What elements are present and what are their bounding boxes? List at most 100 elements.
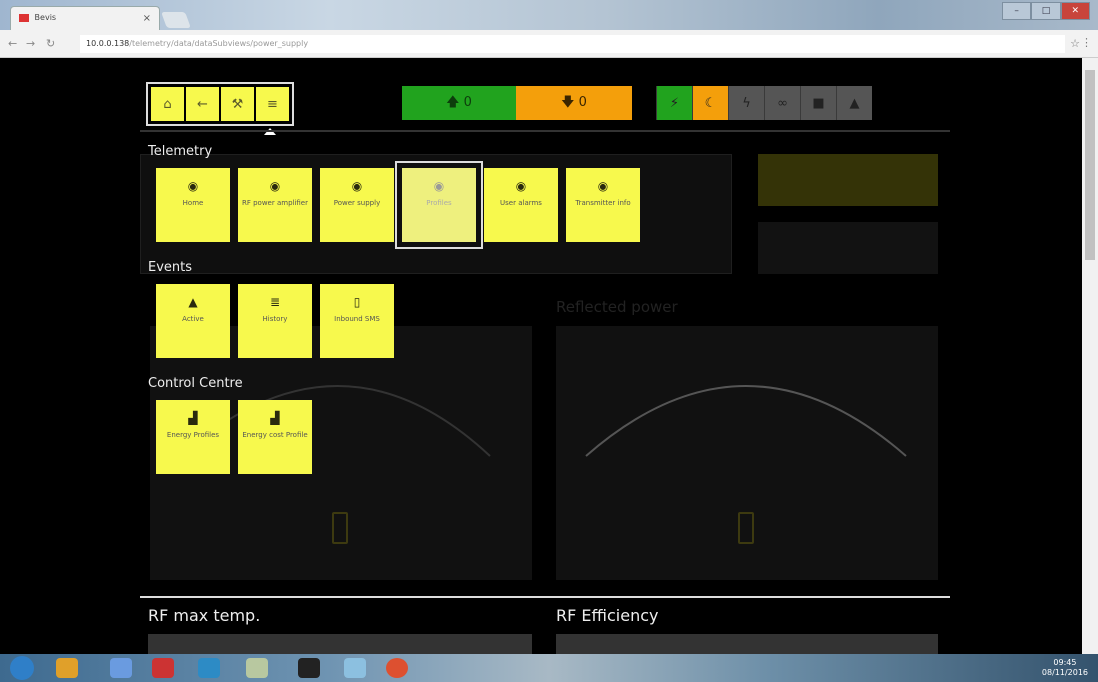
reflected-power-label: Reflected power — [556, 298, 678, 316]
browser-menu-icon[interactable]: ⋮ — [1081, 36, 1092, 49]
tile-label: Energy Profiles — [166, 431, 220, 439]
plug-icon[interactable]: ⚡ — [656, 86, 692, 120]
back-icon[interactable]: ← — [8, 37, 17, 50]
url-path: /telemetry/data/dataSubviews/power_suppl… — [129, 39, 309, 48]
status-icon-strip: ⚡ ☾ ϟ ∞ ■ ▲ — [656, 86, 872, 120]
gauge-icon: ◉ — [187, 179, 199, 193]
phone-icon: ▯ — [353, 295, 361, 309]
tile-rf-power-amplifier[interactable]: ◉ RF power amplifier — [238, 168, 312, 242]
link-icon[interactable]: ∞ — [764, 86, 800, 120]
address-bar-row: ← → ↻ 10.0.0.138/telemetry/data/dataSubv… — [0, 30, 1098, 58]
bar-chart-icon: ▟ — [270, 411, 280, 425]
rf-max-temp-label: RF max temp. — [148, 606, 261, 625]
gauge-icon: ◉ — [515, 179, 527, 193]
reload-icon[interactable]: ↻ — [46, 37, 55, 50]
control-tiles: ▟ Energy Profiles ▟ Energy cost Profile — [156, 400, 312, 474]
section-events: Events — [148, 260, 193, 275]
section-telemetry: Telemetry — [148, 144, 213, 159]
background-yellow-button — [758, 154, 938, 206]
telemetry-tiles: ◉ Home ◉ RF power amplifier ◉ Power supply … — [156, 161, 640, 249]
tile-energy-cost-profile[interactable]: ▟ Energy cost Profile — [238, 400, 312, 474]
bolt-icon[interactable]: ϟ — [728, 86, 764, 120]
window-controls: – □ ✕ — [1002, 2, 1090, 20]
background-dark-button — [758, 222, 938, 274]
bookmark-star-icon[interactable]: ☆ — [1070, 37, 1080, 50]
browser-tab[interactable]: Bevis × — [10, 6, 160, 30]
browser-titlebar: Bevis × – □ ✕ — [0, 0, 1098, 30]
tile-history[interactable]: ≣ History — [238, 284, 312, 358]
tile-label: Power supply — [333, 199, 381, 207]
rf-efficiency-bar — [556, 634, 938, 654]
tile-label: Home — [182, 199, 204, 207]
reflected-battery-icon — [738, 512, 754, 544]
tile-active[interactable]: ▲ Active — [156, 284, 230, 358]
forward-icon[interactable]: → — [26, 37, 35, 50]
tile-profiles-focus: ◉ Profiles — [395, 161, 483, 249]
taskbar-app-icon[interactable] — [198, 658, 220, 678]
tile-inbound-sms[interactable]: ▯ Inbound SMS — [320, 284, 394, 358]
list-icon: ≣ — [269, 295, 281, 309]
tile-label: Energy cost Profile — [242, 431, 308, 439]
up-arrow-icon: 🡅 — [446, 95, 460, 110]
url-host: 10.0.0.138 — [86, 39, 130, 48]
header-divider — [140, 130, 950, 132]
lock-icon[interactable]: ■ — [800, 86, 836, 120]
tile-profiles[interactable]: ◉ Profiles — [402, 168, 476, 242]
tab-close-icon[interactable]: × — [143, 13, 151, 24]
screen: Bevis × – □ ✕ ← → ↻ 10.0.0.138/telemetry… — [0, 0, 1098, 682]
tile-label: User alarms — [500, 199, 542, 207]
moon-icon[interactable]: ☾ — [692, 86, 728, 120]
minimize-button[interactable]: – — [1002, 2, 1032, 20]
start-button[interactable] — [10, 656, 34, 680]
download-indicator[interactable]: 🡇 0 — [516, 86, 632, 120]
taskbar-app-icon[interactable] — [344, 658, 366, 678]
close-window-button[interactable]: ✕ — [1060, 2, 1090, 20]
page-scrollbar[interactable] — [1082, 58, 1098, 654]
warning-icon: ▲ — [188, 295, 198, 309]
gauge-icon: ◉ — [433, 179, 445, 193]
tile-label: History — [262, 315, 288, 323]
tile-power-supply[interactable]: ◉ Power supply — [320, 168, 394, 242]
menu-icon: ≡ — [267, 96, 278, 112]
taskbar-app-icon[interactable] — [56, 658, 78, 678]
down-count: 0 — [578, 95, 587, 110]
tile-home[interactable]: ◉ Home — [156, 168, 230, 242]
tile-label: Active — [182, 315, 204, 323]
maximize-button[interactable]: □ — [1031, 2, 1061, 20]
tile-energy-profiles[interactable]: ▟ Energy Profiles — [156, 400, 230, 474]
clock-time: 09:45 — [1053, 658, 1077, 667]
taskbar-app-icon[interactable] — [298, 658, 320, 678]
url-input[interactable]: 10.0.0.138/telemetry/data/dataSubviews/p… — [80, 35, 1065, 53]
down-arrow-icon: 🡇 — [561, 95, 575, 110]
windows-taskbar: 09:45 08/11/2016 — [0, 654, 1098, 682]
tile-label: RF power amplifier — [241, 199, 308, 207]
settings-nav-button[interactable]: ⚒ — [221, 87, 254, 121]
favicon-icon — [19, 13, 29, 22]
tile-label: Transmitter info — [575, 199, 631, 207]
new-tab-button[interactable] — [161, 12, 191, 28]
gauge-battery-icon — [332, 512, 348, 544]
taskbar-chrome-icon[interactable] — [386, 658, 408, 678]
upload-indicator[interactable]: 🡅 0 — [402, 86, 516, 120]
gauge-icon: ◉ — [351, 179, 363, 193]
taskbar-clock[interactable]: 09:45 08/11/2016 — [1042, 658, 1088, 678]
taskbar-filezilla-icon[interactable] — [152, 658, 174, 678]
rf-efficiency-label: RF Efficiency — [556, 606, 659, 625]
home-icon: ⌂ — [163, 96, 172, 112]
tab-title: Bevis — [34, 13, 57, 22]
tile-user-alarms[interactable]: ◉ User alarms — [484, 168, 558, 242]
up-count: 0 — [463, 95, 472, 110]
back-nav-button[interactable]: ← — [186, 87, 219, 121]
menu-nav-button[interactable]: ≡ — [256, 87, 289, 121]
wrench-icon: ⚒ — [231, 96, 244, 112]
section-divider — [140, 596, 950, 598]
gauge-icon: ◉ — [597, 179, 609, 193]
back-arrow-icon: ← — [197, 96, 208, 112]
scrollbar-thumb[interactable] — [1085, 70, 1095, 260]
taskbar-app-icon[interactable] — [246, 658, 268, 678]
taskbar-app-icon[interactable] — [110, 658, 132, 678]
tile-transmitter-info[interactable]: ◉ Transmitter info — [566, 168, 640, 242]
home-nav-button[interactable]: ⌂ — [151, 87, 184, 121]
bar-chart-icon: ▟ — [188, 411, 198, 425]
warning-icon[interactable]: ▲ — [836, 86, 872, 120]
